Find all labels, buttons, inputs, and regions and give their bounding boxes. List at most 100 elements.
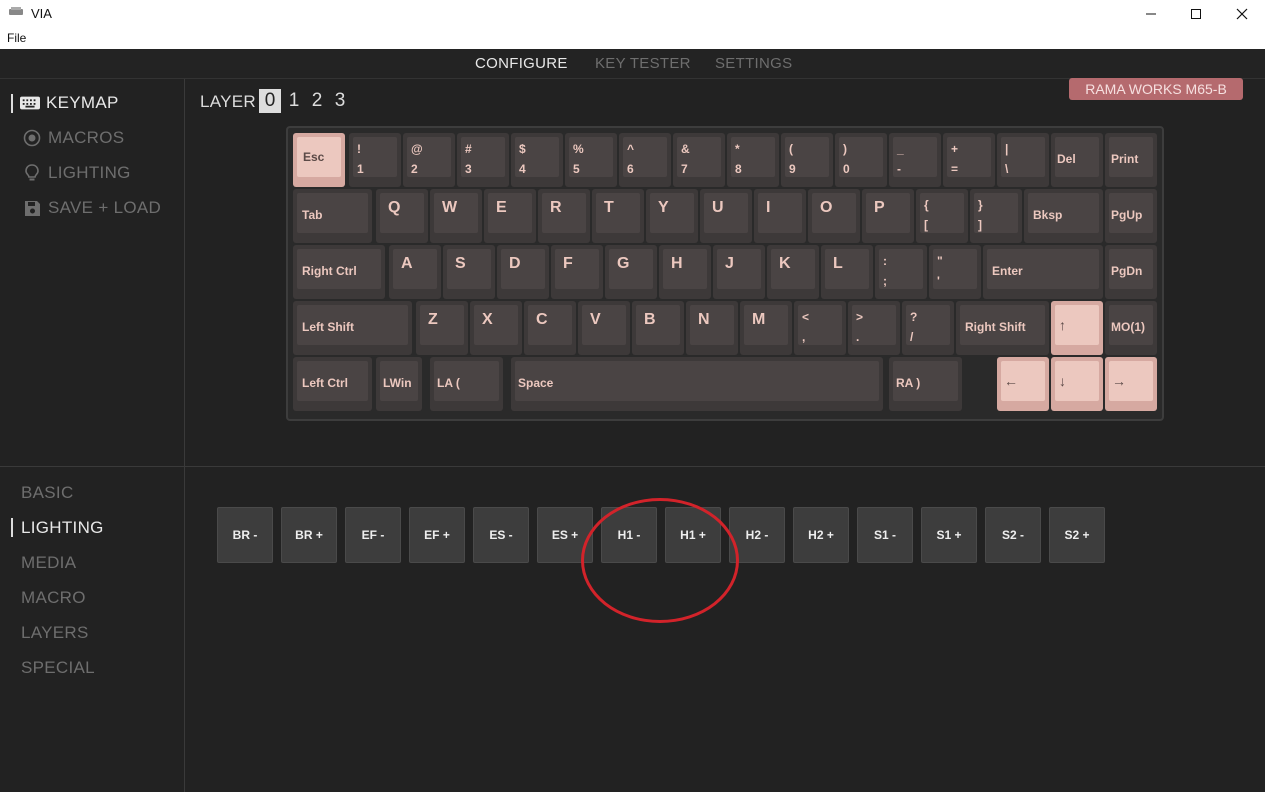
key-f[interactable]: F [551,245,603,299]
key-8[interactable]: * 8 [727,133,779,187]
keycode-br-plus[interactable]: BR + [281,507,337,563]
key-t[interactable]: T [592,189,644,243]
key-space[interactable]: Space [511,357,883,411]
key-pgdn[interactable]: PgDn [1105,245,1157,299]
key-z[interactable]: Z [416,301,468,355]
tab-configure[interactable]: CONFIGURE [475,55,568,72]
keycode-br-minus[interactable]: BR - [217,507,273,563]
keycode-h1-plus[interactable]: H1 + [665,507,721,563]
key-down[interactable]: ↓ [1051,357,1103,411]
key-right-shift[interactable]: Right Shift [956,301,1049,355]
key-q[interactable]: Q [376,189,428,243]
keycode-s2-minus[interactable]: S2 - [985,507,1041,563]
layer-2-button[interactable]: 2 [306,89,328,113]
layer-0-button[interactable]: 0 [259,89,281,113]
key-backslash[interactable]: | \ [997,133,1049,187]
key-c[interactable]: C [524,301,576,355]
key-semicolon[interactable]: :; [875,245,927,299]
key-la[interactable]: LA ( [430,357,503,411]
key-enter[interactable]: Enter [983,245,1103,299]
key-6[interactable]: ^ 6 [619,133,671,187]
key-o[interactable]: O [808,189,860,243]
key-left-ctrl[interactable]: Left Ctrl [293,357,372,411]
maximize-button[interactable] [1173,0,1219,28]
key-left[interactable]: ← [997,357,1049,411]
key-right-ctrl-caps[interactable]: Right Ctrl [293,245,385,299]
key-w[interactable]: W [430,189,482,243]
category-media[interactable]: MEDIA [21,553,76,573]
key-i[interactable]: I [754,189,806,243]
sidebar-item-keymap[interactable]: KEYMAP [20,93,119,113]
category-lighting[interactable]: LIGHTING [21,518,104,538]
keycode-ef-minus[interactable]: EF - [345,507,401,563]
keycode-s1-minus[interactable]: S1 - [857,507,913,563]
key-s[interactable]: S [443,245,495,299]
category-special[interactable]: SPECIAL [21,658,95,678]
sidebar-item-save-load[interactable]: SAVE + LOAD [22,198,161,218]
key-a[interactable]: A [389,245,441,299]
layer-1-button[interactable]: 1 [283,89,305,113]
keycode-h1-minus[interactable]: H1 - [601,507,657,563]
key-del[interactable]: Del [1051,133,1103,187]
key-pgup[interactable]: PgUp [1105,189,1157,243]
close-button[interactable] [1219,0,1265,28]
key-9[interactable]: (9 [781,133,833,187]
key-minus[interactable]: _ - [889,133,941,187]
key-rbracket[interactable]: }] [970,189,1022,243]
key-4[interactable]: $4 [511,133,563,187]
key-comma[interactable]: <, [794,301,846,355]
key-e[interactable]: E [484,189,536,243]
key-quote[interactable]: " ' [929,245,981,299]
sidebar-item-macros[interactable]: MACROS [22,128,124,148]
key-equal[interactable]: + = [943,133,995,187]
key-0[interactable]: ) 0 [835,133,887,187]
keycode-s2-plus[interactable]: S2 + [1049,507,1105,563]
key-m[interactable]: M [740,301,792,355]
key-ra[interactable]: RA ) [889,357,962,411]
category-layers[interactable]: LAYERS [21,623,89,643]
key-5[interactable]: % 5 [565,133,617,187]
key-r[interactable]: R [538,189,590,243]
keycode-h2-plus[interactable]: H2 + [793,507,849,563]
key-3[interactable]: #3 [457,133,509,187]
keycode-es-plus[interactable]: ES + [537,507,593,563]
key-y[interactable]: Y [646,189,698,243]
key-print[interactable]: Print [1105,133,1157,187]
sidebar-item-lighting[interactable]: LIGHTING [22,163,131,183]
key-7[interactable]: & 7 [673,133,725,187]
key-g[interactable]: G [605,245,657,299]
key-slash[interactable]: ? / [902,301,954,355]
minimize-button[interactable] [1128,0,1174,28]
key-p[interactable]: P [862,189,914,243]
key-esc[interactable]: Esc [293,133,345,187]
key-lbracket[interactable]: {[ [916,189,968,243]
category-basic[interactable]: BASIC [21,483,74,503]
key-u[interactable]: U [700,189,752,243]
key-up[interactable]: ↑ [1051,301,1103,355]
keycode-h2-minus[interactable]: H2 - [729,507,785,563]
key-lwin[interactable]: LWin [376,357,422,411]
key-n[interactable]: N [686,301,738,355]
key-2[interactable]: @2 [403,133,455,187]
key-d[interactable]: D [497,245,549,299]
key-period[interactable]: >. [848,301,900,355]
key-k[interactable]: K [767,245,819,299]
category-macro[interactable]: MACRO [21,588,86,608]
key-tab[interactable]: Tab [293,189,372,243]
key-left-shift[interactable]: Left Shift [293,301,412,355]
key-mo1[interactable]: MO(1) [1105,301,1157,355]
keycode-ef-plus[interactable]: EF + [409,507,465,563]
key-l[interactable]: L [821,245,873,299]
key-v[interactable]: V [578,301,630,355]
key-b[interactable]: B [632,301,684,355]
tab-key-tester[interactable]: KEY TESTER [595,55,691,72]
key-right[interactable]: → [1105,357,1157,411]
key-1[interactable]: ! 1 [349,133,401,187]
key-x[interactable]: X [470,301,522,355]
keycode-es-minus[interactable]: ES - [473,507,529,563]
menu-file[interactable]: File [7,31,26,45]
layer-3-button[interactable]: 3 [329,89,351,113]
key-j[interactable]: J [713,245,765,299]
keycode-s1-plus[interactable]: S1 + [921,507,977,563]
key-h[interactable]: H [659,245,711,299]
